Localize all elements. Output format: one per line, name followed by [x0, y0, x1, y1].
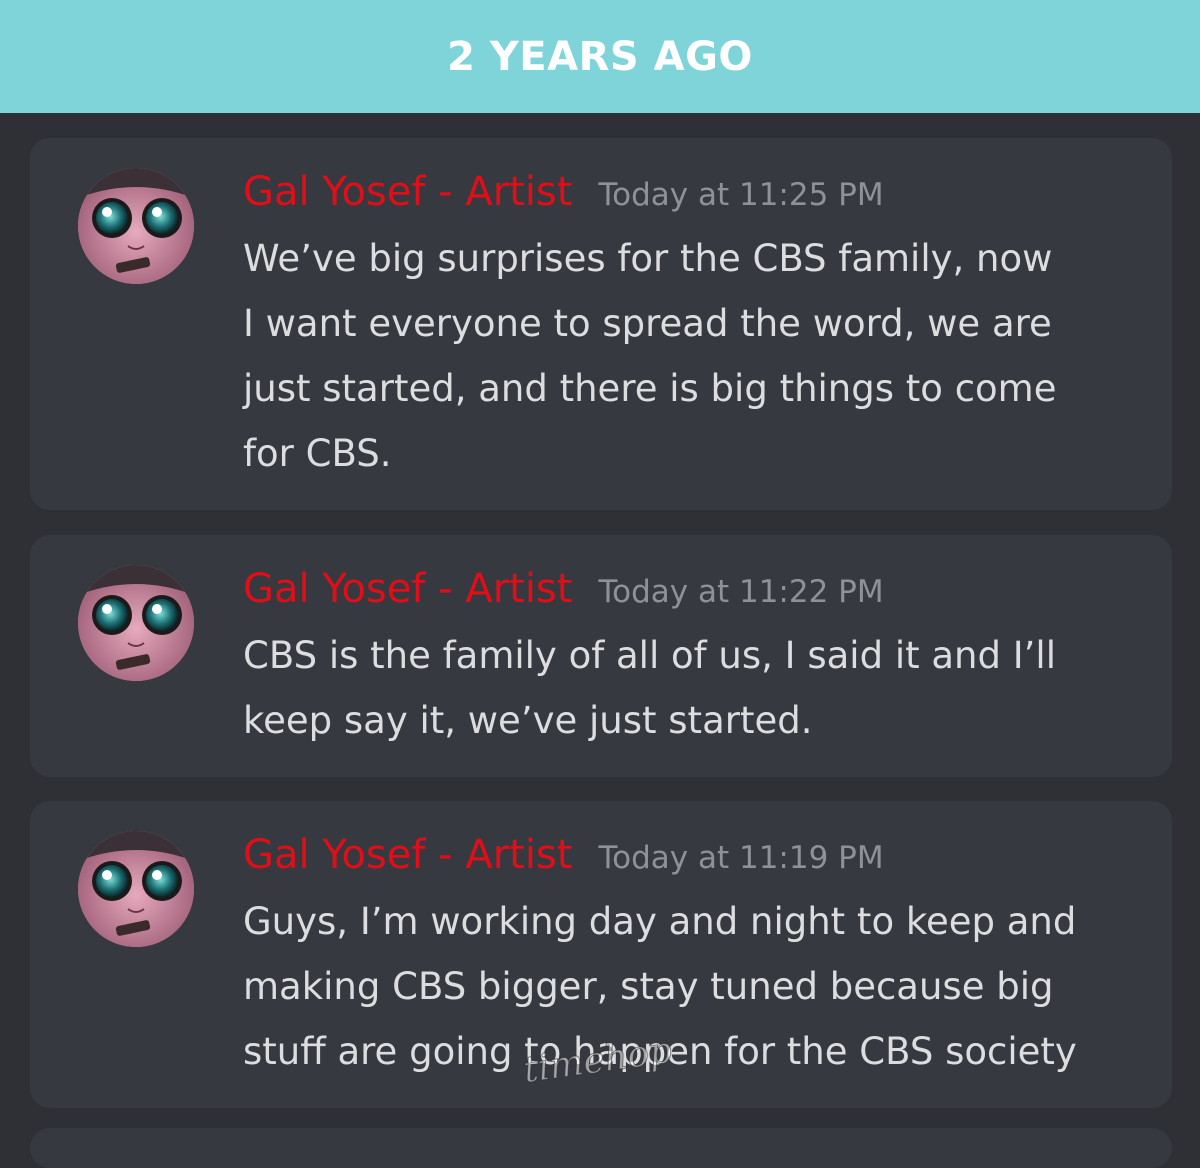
message-line: CBS is the family of all of us, I said i…: [243, 634, 1056, 677]
message-timestamp: Today at 11:22 PM: [598, 574, 884, 610]
message-line: stuff are going to happen for the CBS so…: [243, 1030, 1077, 1073]
message-line: making CBS bigger, stay tuned because bi…: [243, 965, 1054, 1008]
message-header: Gal Yosef - Artist Today at 11:22 PM: [243, 569, 884, 609]
message-card: Gal Yosef - Artist Today at 11:25 PM We’…: [30, 138, 1172, 510]
pink-creature-avatar-icon[interactable]: [78, 831, 194, 947]
message-card: Gal Yosef - Artist Today at 11:19 PM Guy…: [30, 801, 1172, 1108]
next-message-card: [30, 1128, 1172, 1168]
author-name[interactable]: Gal Yosef - Artist: [243, 172, 572, 212]
message-header: Gal Yosef - Artist Today at 11:19 PM: [243, 835, 884, 875]
message-line: I want everyone to spread the word, we a…: [243, 302, 1052, 345]
message-line: just started, and there is big things to…: [243, 367, 1057, 410]
message-body: We’ve big surprises for the CBS family, …: [243, 226, 1163, 486]
author-name[interactable]: Gal Yosef - Artist: [243, 835, 572, 875]
author-name[interactable]: Gal Yosef - Artist: [243, 569, 572, 609]
message-card: Gal Yosef - Artist Today at 11:22 PM CBS…: [30, 535, 1172, 777]
message-line: Guys, I’m working day and night to keep …: [243, 900, 1077, 943]
memory-header: 2 YEARS AGO: [0, 0, 1200, 113]
message-line: keep say it, we’ve just started.: [243, 699, 813, 742]
message-header: Gal Yosef - Artist Today at 11:25 PM: [243, 172, 884, 212]
header-title: 2 YEARS AGO: [447, 33, 753, 80]
message-body: CBS is the family of all of us, I said i…: [243, 623, 1163, 753]
message-timestamp: Today at 11:19 PM: [598, 840, 884, 876]
pink-creature-avatar-icon[interactable]: [78, 168, 194, 284]
message-line: for CBS.: [243, 432, 392, 475]
pink-creature-avatar-icon[interactable]: [78, 565, 194, 681]
message-body: Guys, I’m working day and night to keep …: [243, 889, 1163, 1084]
message-timestamp: Today at 11:25 PM: [598, 177, 884, 213]
message-line: We’ve big surprises for the CBS family, …: [243, 237, 1053, 280]
